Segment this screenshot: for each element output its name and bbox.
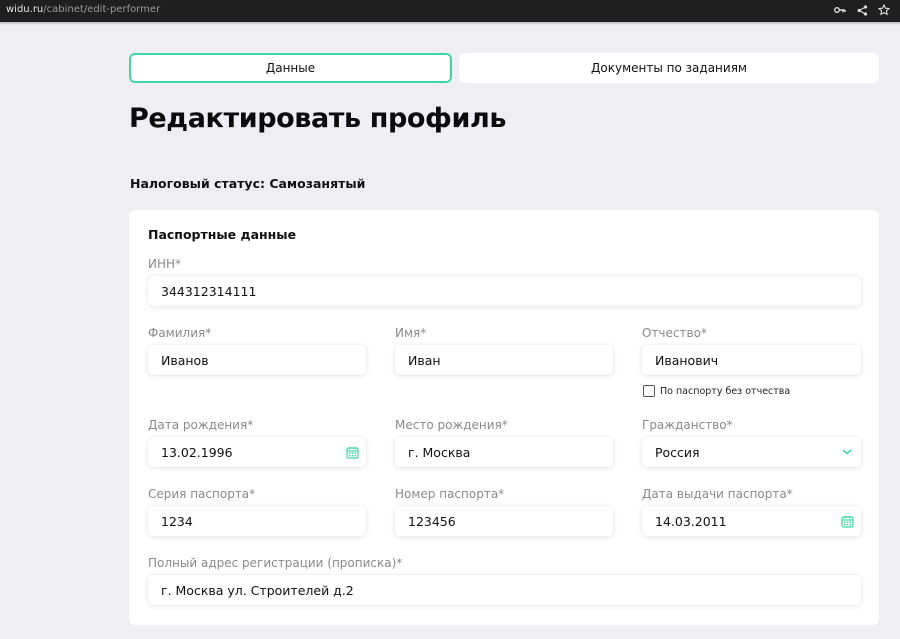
inn-label: ИНН*: [148, 257, 182, 271]
tab-task-documents[interactable]: Документы по заданиям: [459, 53, 879, 83]
last-name-input[interactable]: Иванов: [148, 345, 366, 375]
citizenship-value: Россия: [655, 444, 700, 460]
inn-input[interactable]: 344312314111: [148, 276, 861, 306]
star-icon[interactable]: [878, 3, 890, 17]
citizenship-label: Гражданство*: [642, 418, 733, 432]
first-name-value: Иван: [408, 352, 441, 368]
patronymic-label: Отчество*: [642, 326, 707, 340]
no-patronymic-checkbox[interactable]: [643, 385, 655, 397]
birth-place-label: Место рождения*: [395, 418, 508, 432]
passport-card: Паспортные данные ИНН* 344312314111 Фами…: [129, 210, 879, 625]
no-patronymic-checkbox-row[interactable]: По паспорту без отчества: [643, 385, 790, 397]
patronymic-input[interactable]: Иванович: [642, 345, 861, 375]
first-name-label: Имя*: [395, 326, 427, 340]
passport-section-title: Паспортные данные: [148, 227, 297, 242]
birth-date-value: 13.02.1996: [161, 444, 233, 460]
passport-number-label: Номер паспорта*: [395, 487, 505, 501]
calendar-icon[interactable]: [837, 511, 857, 531]
passport-series-label: Серия паспорта*: [148, 487, 256, 501]
address-input[interactable]: г. Москва ул. Строителей д.2: [148, 575, 861, 605]
url-bar-shadow: [0, 22, 900, 25]
last-name-label: Фамилия*: [148, 326, 212, 340]
address-label: Полный адрес регистрации (прописка)*: [148, 556, 403, 570]
tab-data[interactable]: Данные: [129, 53, 452, 83]
birth-place-value: г. Москва: [408, 444, 471, 460]
issue-date-label: Дата выдачи паспорта*: [642, 487, 793, 501]
birth-place-input[interactable]: г. Москва: [395, 437, 613, 467]
passport-series-value: 1234: [161, 513, 193, 529]
page-title: Редактировать профиль: [129, 103, 507, 134]
issue-date-value: 14.03.2011: [655, 513, 727, 529]
inn-value: 344312314111: [161, 283, 257, 299]
citizenship-select[interactable]: Россия: [642, 437, 861, 467]
tax-status: Налоговый статус: Самозанятый: [130, 176, 366, 191]
first-name-input[interactable]: Иван: [395, 345, 613, 375]
passport-series-input[interactable]: 1234: [148, 506, 366, 536]
patronymic-value: Иванович: [655, 352, 719, 368]
last-name-value: Иванов: [161, 352, 209, 368]
passport-number-value: 123456: [408, 513, 456, 529]
birth-date-input[interactable]: 13.02.1996: [148, 437, 366, 467]
address-value: г. Москва ул. Строителей д.2: [161, 582, 354, 598]
share-icon[interactable]: [856, 3, 868, 17]
browser-url-bar[interactable]: widu.ru/cabinet/edit-performer: [0, 0, 900, 22]
birth-date-label: Дата рождения*: [148, 418, 254, 432]
calendar-icon[interactable]: [342, 442, 362, 462]
no-patronymic-label: По паспорту без отчества: [660, 385, 791, 397]
url-text[interactable]: widu.ru/cabinet/edit-performer: [6, 4, 160, 15]
issue-date-input[interactable]: 14.03.2011: [642, 506, 861, 536]
key-icon[interactable]: [834, 3, 846, 17]
passport-number-input[interactable]: 123456: [395, 506, 613, 536]
chevron-down-icon[interactable]: [837, 442, 857, 462]
